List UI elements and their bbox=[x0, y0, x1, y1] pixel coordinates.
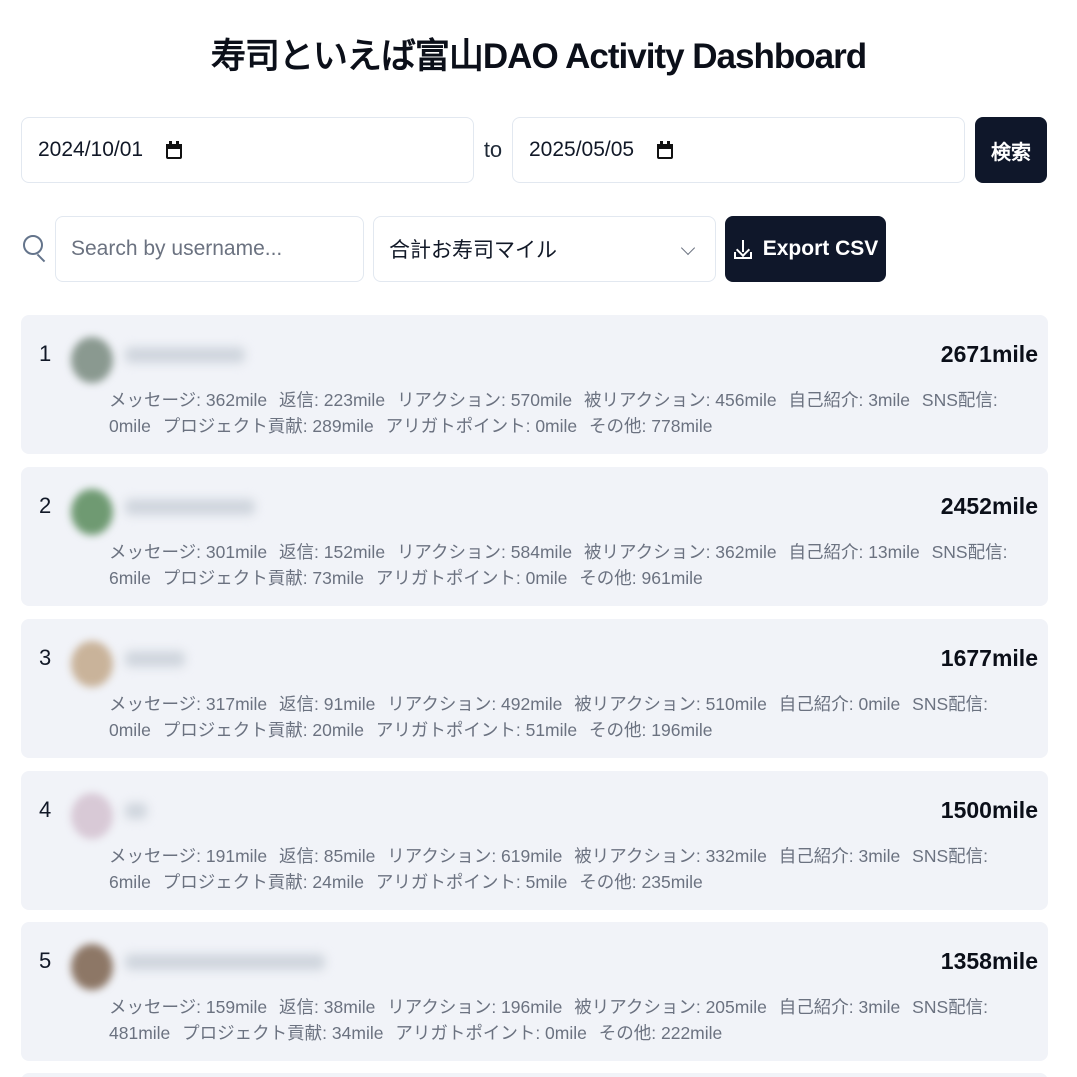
sort-select-value: 合計お寿司マイル bbox=[389, 239, 557, 262]
username-blurred bbox=[125, 651, 185, 667]
mile-breakdown: メッセージ: 159mile 返信: 38mile リアクション: 196mil… bbox=[109, 994, 1039, 1046]
username-blurred bbox=[125, 954, 325, 970]
avatar bbox=[71, 641, 113, 687]
stat-self-intro: 自己紹介: 3mile bbox=[788, 390, 911, 410]
total-mile: 1500mile bbox=[940, 797, 1038, 823]
stat-messages: メッセージ: 362mile bbox=[109, 390, 268, 410]
stat-messages: メッセージ: 317mile bbox=[109, 694, 268, 714]
stat-received-reactions: 被リアクション: 362mile bbox=[583, 542, 777, 562]
stat-replies: 返信: 223mile bbox=[279, 390, 386, 410]
total-mile: 2452mile bbox=[940, 493, 1038, 519]
mile-breakdown: メッセージ: 301mile 返信: 152mile リアクション: 584mi… bbox=[109, 539, 1039, 591]
stat-arigato: アリガトポイント: 51mile bbox=[375, 720, 578, 740]
stat-other: その他: 222mile bbox=[598, 1023, 723, 1043]
stat-reactions: リアクション: 492mile bbox=[387, 694, 563, 714]
stat-arigato: アリガトポイント: 5mile bbox=[375, 872, 568, 892]
stat-self-intro: 自己紹介: 3mile bbox=[778, 846, 901, 866]
stat-replies: 返信: 85mile bbox=[279, 846, 376, 866]
stat-replies: 返信: 38mile bbox=[279, 997, 376, 1017]
username-blurred bbox=[125, 347, 245, 363]
rank-number: 3 bbox=[39, 645, 52, 670]
stat-reactions: リアクション: 570mile bbox=[396, 390, 573, 410]
mile-breakdown: メッセージ: 191mile 返信: 85mile リアクション: 619mil… bbox=[109, 843, 1039, 895]
stat-project: プロジェクト貢献: 34mile bbox=[182, 1023, 384, 1043]
calendar-icon[interactable] bbox=[165, 140, 183, 160]
calendar-icon[interactable] bbox=[656, 140, 674, 160]
username-blurred bbox=[125, 499, 255, 515]
stat-arigato: アリガトポイント: 0mile bbox=[385, 416, 578, 436]
stat-project: プロジェクト貢献: 73mile bbox=[162, 568, 364, 588]
export-csv-button[interactable]: Export CSV bbox=[725, 216, 886, 282]
filter-row: 合計お寿司マイル Export CSV bbox=[21, 216, 1048, 282]
export-csv-label: Export CSV bbox=[762, 237, 879, 260]
stat-messages: メッセージ: 191mile bbox=[109, 846, 268, 866]
stat-messages: メッセージ: 159mile bbox=[109, 997, 268, 1017]
chevron-down-icon bbox=[680, 240, 696, 256]
rank-number: 2 bbox=[39, 493, 52, 518]
avatar bbox=[71, 944, 113, 990]
stat-arigato: アリガトポイント: 0mile bbox=[375, 568, 568, 588]
stat-messages: メッセージ: 301mile bbox=[109, 542, 268, 562]
avatar bbox=[71, 793, 113, 839]
stat-received-reactions: 被リアクション: 205mile bbox=[574, 997, 767, 1017]
page-title: 寿司といえば富山DAO Activity Dashboard bbox=[210, 37, 867, 76]
total-mile: 1358mile bbox=[940, 948, 1038, 974]
stat-other: その他: 196mile bbox=[589, 720, 713, 740]
stat-received-reactions: 被リアクション: 510mile bbox=[574, 694, 767, 714]
start-date-input[interactable]: 2024/10/01 bbox=[21, 117, 474, 183]
stat-project: プロジェクト貢献: 20mile bbox=[162, 720, 364, 740]
download-icon bbox=[733, 239, 753, 259]
stat-received-reactions: 被リアクション: 456mile bbox=[583, 390, 777, 410]
stat-self-intro: 自己紹介: 13mile bbox=[788, 542, 920, 562]
sort-select[interactable]: 合計お寿司マイル bbox=[373, 216, 716, 282]
username-search-input[interactable] bbox=[55, 216, 364, 282]
total-mile: 1677mile bbox=[940, 645, 1038, 671]
date-range-row: 2024/10/01 to 2025/05/05 検索 bbox=[21, 117, 1048, 183]
stat-project: プロジェクト貢献: 289mile bbox=[162, 416, 374, 436]
ranking-card[interactable]: 2 2452mile メッセージ: 301mile 返信: 152mile リア… bbox=[21, 467, 1048, 606]
stat-project: プロジェクト貢献: 24mile bbox=[162, 872, 364, 892]
to-label: to bbox=[483, 137, 503, 162]
start-date-value: 2024/10/01 bbox=[38, 138, 144, 161]
rank-number: 4 bbox=[39, 797, 52, 822]
stat-arigato: アリガトポイント: 0mile bbox=[395, 1023, 587, 1043]
ranking-card[interactable]: 1 2671mile メッセージ: 362mile 返信: 223mile リア… bbox=[21, 315, 1048, 454]
stat-received-reactions: 被リアクション: 332mile bbox=[574, 846, 767, 866]
stat-other: その他: 961mile bbox=[579, 568, 703, 588]
search-icon bbox=[23, 235, 47, 263]
total-mile: 2671mile bbox=[940, 341, 1038, 367]
avatar bbox=[71, 337, 113, 383]
stat-replies: 返信: 91mile bbox=[279, 694, 376, 714]
stat-reactions: リアクション: 196mile bbox=[387, 997, 563, 1017]
stat-replies: 返信: 152mile bbox=[279, 542, 386, 562]
ranking-card[interactable]: 3 1677mile メッセージ: 317mile 返信: 91mile リアク… bbox=[21, 619, 1048, 758]
rank-number: 5 bbox=[39, 948, 52, 973]
stat-self-intro: 自己紹介: 3mile bbox=[778, 997, 901, 1017]
rank-number: 1 bbox=[39, 341, 52, 366]
mile-breakdown: メッセージ: 317mile 返信: 91mile リアクション: 492mil… bbox=[109, 691, 1039, 743]
stat-reactions: リアクション: 619mile bbox=[387, 846, 563, 866]
avatar bbox=[71, 489, 113, 535]
ranking-card[interactable]: 4 1500mile メッセージ: 191mile 返信: 85mile リアク… bbox=[21, 771, 1048, 910]
end-date-input[interactable]: 2025/05/05 bbox=[512, 117, 965, 183]
username-blurred bbox=[125, 803, 147, 819]
stat-self-intro: 自己紹介: 0mile bbox=[778, 694, 901, 714]
ranking-card-partial bbox=[21, 1073, 1048, 1077]
stat-other: その他: 235mile bbox=[579, 872, 703, 892]
mile-breakdown: メッセージ: 362mile 返信: 223mile リアクション: 570mi… bbox=[109, 387, 1039, 439]
search-button[interactable]: 検索 bbox=[975, 117, 1047, 183]
stat-reactions: リアクション: 584mile bbox=[396, 542, 573, 562]
stat-other: その他: 778mile bbox=[589, 416, 713, 436]
end-date-value: 2025/05/05 bbox=[529, 138, 635, 161]
ranking-card[interactable]: 5 1358mile メッセージ: 159mile 返信: 38mile リアク… bbox=[21, 922, 1048, 1061]
